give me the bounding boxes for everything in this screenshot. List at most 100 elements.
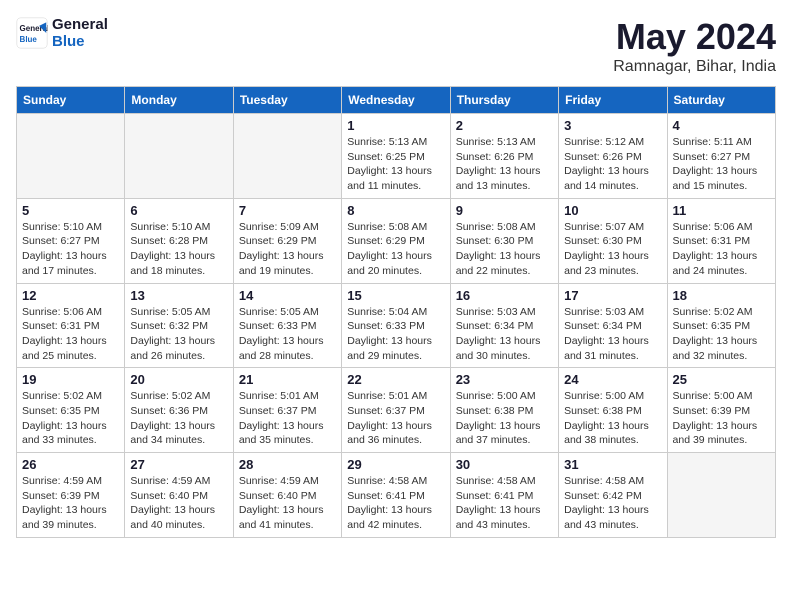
calendar-day-31: 31 Sunrise: 4:58 AM Sunset: 6:42 PM Dayli… [559, 453, 667, 538]
month-title: May 2024 [613, 16, 776, 58]
calendar-day-9: 9 Sunrise: 5:08 AM Sunset: 6:30 PM Daylig… [450, 198, 558, 283]
day-info: Sunrise: 4:58 AM Sunset: 6:41 PM Dayligh… [456, 474, 553, 533]
day-info: Sunrise: 5:08 AM Sunset: 6:30 PM Dayligh… [456, 220, 553, 279]
day-number: 9 [456, 203, 553, 218]
calendar-day-26: 26Sunrise: 4:59 AM Sunset: 6:39 PM Dayli… [17, 453, 125, 538]
day-number: 3 [564, 118, 661, 133]
day-number: 15 [347, 288, 444, 303]
day-info: Sunrise: 5:03 AM Sunset: 6:34 PM Dayligh… [456, 305, 553, 364]
day-number: 6 [130, 203, 227, 218]
day-number: 12 [22, 288, 119, 303]
calendar-day-13: 13 Sunrise: 5:05 AM Sunset: 6:32 PM Dayli… [125, 283, 233, 368]
weekday-header-monday: Monday [125, 87, 233, 114]
day-number: 29 [347, 457, 444, 472]
calendar-day-18: 18 Sunrise: 5:02 AM Sunset: 6:35 PM Dayli… [667, 283, 775, 368]
day-info: Sunrise: 5:02 AM Sunset: 6:35 PM Dayligh… [673, 305, 770, 364]
logo: General Blue General Blue [16, 16, 108, 51]
calendar-day-19: 19Sunrise: 5:02 AM Sunset: 6:35 PM Dayli… [17, 368, 125, 453]
weekday-header-tuesday: Tuesday [233, 87, 341, 114]
calendar-week-row: 19Sunrise: 5:02 AM Sunset: 6:35 PM Dayli… [17, 368, 776, 453]
day-info: Sunrise: 5:03 AM Sunset: 6:34 PM Dayligh… [564, 305, 661, 364]
calendar-empty-cell [125, 114, 233, 199]
day-info: Sunrise: 5:12 AM Sunset: 6:26 PM Dayligh… [564, 135, 661, 194]
day-info: Sunrise: 5:00 AM Sunset: 6:39 PM Dayligh… [673, 389, 770, 448]
calendar-empty-cell [233, 114, 341, 199]
calendar-day-8: 8 Sunrise: 5:08 AM Sunset: 6:29 PM Daylig… [342, 198, 450, 283]
calendar-day-27: 27 Sunrise: 4:59 AM Sunset: 6:40 PM Dayli… [125, 453, 233, 538]
weekday-header-saturday: Saturday [667, 87, 775, 114]
day-number: 26 [22, 457, 119, 472]
day-info: Sunrise: 5:13 AM Sunset: 6:25 PM Dayligh… [347, 135, 444, 194]
day-number: 20 [130, 372, 227, 387]
calendar-header-row: SundayMondayTuesdayWednesdayThursdayFrid… [17, 87, 776, 114]
header: General Blue General Blue May 2024 Ramna… [16, 16, 776, 76]
calendar-day-28: 28 Sunrise: 4:59 AM Sunset: 6:40 PM Dayli… [233, 453, 341, 538]
calendar-week-row: 12 Sunrise: 5:06 AM Sunset: 6:31 PM Dayli… [17, 283, 776, 368]
day-info: Sunrise: 5:13 AM Sunset: 6:26 PM Dayligh… [456, 135, 553, 194]
calendar-day-12: 12 Sunrise: 5:06 AM Sunset: 6:31 PM Dayli… [17, 283, 125, 368]
day-number: 21 [239, 372, 336, 387]
calendar-week-row: 26Sunrise: 4:59 AM Sunset: 6:39 PM Dayli… [17, 453, 776, 538]
day-number: 31 [564, 457, 661, 472]
day-info: Sunrise: 5:01 AM Sunset: 6:37 PM Dayligh… [239, 389, 336, 448]
calendar-day-29: 29Sunrise: 4:58 AM Sunset: 6:41 PM Dayli… [342, 453, 450, 538]
weekday-header-wednesday: Wednesday [342, 87, 450, 114]
logo-icon: General Blue [16, 17, 48, 49]
day-info: Sunrise: 5:08 AM Sunset: 6:29 PM Dayligh… [347, 220, 444, 279]
calendar-day-17: 17 Sunrise: 5:03 AM Sunset: 6:34 PM Dayli… [559, 283, 667, 368]
svg-text:Blue: Blue [20, 35, 38, 44]
day-info: Sunrise: 5:10 AM Sunset: 6:27 PM Dayligh… [22, 220, 119, 279]
day-info: Sunrise: 5:00 AM Sunset: 6:38 PM Dayligh… [456, 389, 553, 448]
calendar-week-row: 1 Sunrise: 5:13 AM Sunset: 6:25 PM Daylig… [17, 114, 776, 199]
day-number: 13 [130, 288, 227, 303]
calendar-day-15: 15 Sunrise: 5:04 AM Sunset: 6:33 PM Dayli… [342, 283, 450, 368]
day-number: 8 [347, 203, 444, 218]
calendar-day-22: 22 Sunrise: 5:01 AM Sunset: 6:37 PM Dayli… [342, 368, 450, 453]
day-number: 17 [564, 288, 661, 303]
calendar-day-20: 20Sunrise: 5:02 AM Sunset: 6:36 PM Dayli… [125, 368, 233, 453]
day-number: 18 [673, 288, 770, 303]
day-number: 22 [347, 372, 444, 387]
day-info: Sunrise: 5:07 AM Sunset: 6:30 PM Dayligh… [564, 220, 661, 279]
calendar-day-14: 14Sunrise: 5:05 AM Sunset: 6:33 PM Dayli… [233, 283, 341, 368]
weekday-header-sunday: Sunday [17, 87, 125, 114]
title-area: May 2024 Ramnagar, Bihar, India [613, 16, 776, 76]
calendar-day-16: 16 Sunrise: 5:03 AM Sunset: 6:34 PM Dayli… [450, 283, 558, 368]
day-number: 2 [456, 118, 553, 133]
day-info: Sunrise: 5:04 AM Sunset: 6:33 PM Dayligh… [347, 305, 444, 364]
weekday-header-thursday: Thursday [450, 87, 558, 114]
day-info: Sunrise: 4:59 AM Sunset: 6:40 PM Dayligh… [130, 474, 227, 533]
calendar-day-30: 30Sunrise: 4:58 AM Sunset: 6:41 PM Dayli… [450, 453, 558, 538]
day-number: 28 [239, 457, 336, 472]
day-info: Sunrise: 5:06 AM Sunset: 6:31 PM Dayligh… [673, 220, 770, 279]
day-number: 5 [22, 203, 119, 218]
day-info: Sunrise: 5:11 AM Sunset: 6:27 PM Dayligh… [673, 135, 770, 194]
location-title: Ramnagar, Bihar, India [613, 58, 776, 76]
day-info: Sunrise: 5:01 AM Sunset: 6:37 PM Dayligh… [347, 389, 444, 448]
calendar-day-11: 11Sunrise: 5:06 AM Sunset: 6:31 PM Dayli… [667, 198, 775, 283]
day-info: Sunrise: 4:59 AM Sunset: 6:40 PM Dayligh… [239, 474, 336, 533]
day-number: 25 [673, 372, 770, 387]
day-info: Sunrise: 4:58 AM Sunset: 6:42 PM Dayligh… [564, 474, 661, 533]
day-info: Sunrise: 5:09 AM Sunset: 6:29 PM Dayligh… [239, 220, 336, 279]
day-info: Sunrise: 5:02 AM Sunset: 6:35 PM Dayligh… [22, 389, 119, 448]
day-number: 1 [347, 118, 444, 133]
day-number: 7 [239, 203, 336, 218]
logo-text-line2: Blue [52, 33, 108, 50]
day-info: Sunrise: 5:10 AM Sunset: 6:28 PM Dayligh… [130, 220, 227, 279]
calendar-day-2: 2 Sunrise: 5:13 AM Sunset: 6:26 PM Daylig… [450, 114, 558, 199]
day-info: Sunrise: 5:00 AM Sunset: 6:38 PM Dayligh… [564, 389, 661, 448]
day-number: 16 [456, 288, 553, 303]
logo-text-line1: General [52, 16, 108, 33]
calendar-empty-cell [667, 453, 775, 538]
calendar-table: SundayMondayTuesdayWednesdayThursdayFrid… [16, 86, 776, 538]
calendar-day-3: 3 Sunrise: 5:12 AM Sunset: 6:26 PM Daylig… [559, 114, 667, 199]
day-info: Sunrise: 5:06 AM Sunset: 6:31 PM Dayligh… [22, 305, 119, 364]
calendar-day-6: 6 Sunrise: 5:10 AM Sunset: 6:28 PM Daylig… [125, 198, 233, 283]
day-info: Sunrise: 5:05 AM Sunset: 6:32 PM Dayligh… [130, 305, 227, 364]
day-number: 4 [673, 118, 770, 133]
calendar-day-1: 1 Sunrise: 5:13 AM Sunset: 6:25 PM Daylig… [342, 114, 450, 199]
calendar-empty-cell [17, 114, 125, 199]
day-number: 27 [130, 457, 227, 472]
calendar-day-21: 21 Sunrise: 5:01 AM Sunset: 6:37 PM Dayli… [233, 368, 341, 453]
